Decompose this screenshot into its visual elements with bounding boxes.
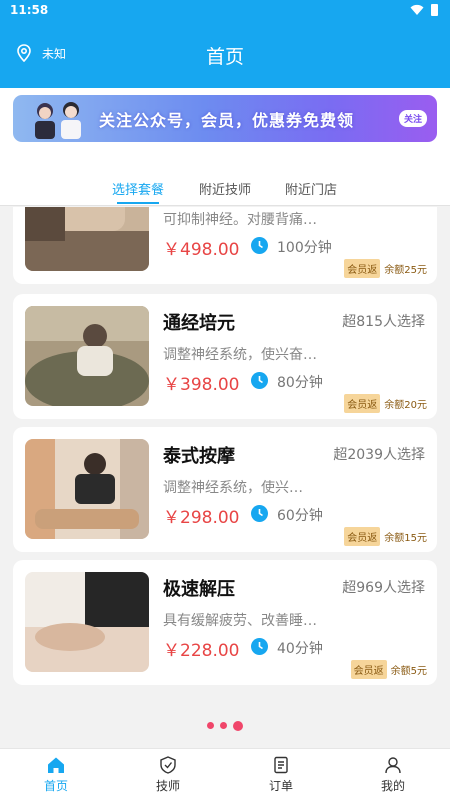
member-rebate-badge: 会员返 余额25元 — [344, 259, 429, 278]
member-rebate-badge: 会员返 余额20元 — [344, 394, 429, 413]
battery-icon — [431, 4, 438, 16]
package-list[interactable]: 可抑制神经。对腰背痛… ￥498.00 100分钟 会员返 余额25元 通经培元… — [0, 207, 450, 700]
active-tab-indicator — [117, 202, 159, 204]
follow-button[interactable]: 关注 — [398, 110, 427, 127]
package-description: 调整神经系统，使兴奋… — [163, 347, 317, 363]
loading-dot — [233, 721, 243, 731]
rebate-amount: 余额20元 — [384, 400, 427, 411]
package-duration: 80分钟 — [277, 375, 323, 391]
clock-icon — [251, 372, 268, 389]
tab-nearby-technicians[interactable]: 附近技师 — [199, 179, 251, 198]
package-card[interactable]: 泰式按摩 超2039人选择 调整神经系统，使兴… ￥298.00 60分钟 会员… — [13, 427, 437, 552]
tab-select-package[interactable]: 选择套餐 — [112, 179, 164, 198]
package-thumbnail — [25, 306, 149, 406]
package-duration: 100分钟 — [277, 240, 332, 256]
wifi-icon — [410, 4, 424, 15]
banner-people-image — [35, 102, 81, 139]
nav-orders[interactable]: 订单 — [251, 756, 311, 794]
package-name: 泰式按摩 — [163, 446, 235, 467]
nav-orders-label: 订单 — [268, 779, 293, 793]
app-bar: 未知 首页 — [0, 22, 450, 88]
promo-banner[interactable]: 关注公众号，会员，优惠券免费领 关注 — [13, 95, 437, 142]
package-selection-count: 超2039人选择 — [333, 447, 425, 463]
status-time: 11:58 — [10, 3, 49, 17]
rebate-tag: 会员返 — [344, 259, 381, 278]
rebate-tag: 会员返 — [344, 394, 381, 413]
package-duration: 40分钟 — [277, 641, 323, 657]
profile-icon — [385, 757, 401, 774]
status-bar: 11:58 — [0, 0, 450, 22]
package-card[interactable]: 可抑制神经。对腰背痛… ￥498.00 100分钟 会员返 余额25元 — [13, 207, 437, 284]
clock-icon — [251, 638, 268, 655]
tab-nearby-stores[interactable]: 附近门店 — [285, 179, 337, 198]
member-rebate-badge: 会员返 余额15元 — [344, 527, 429, 546]
nav-profile[interactable]: 我的 — [363, 756, 423, 794]
nav-technician[interactable]: 技师 — [138, 756, 198, 794]
nav-home[interactable]: 首页 — [26, 756, 86, 794]
package-description: 调整神经系统，使兴… — [163, 480, 303, 496]
package-description: 可抑制神经。对腰背痛… — [163, 212, 317, 228]
package-thumbnail — [25, 439, 149, 539]
rebate-amount: 余额15元 — [384, 533, 427, 544]
package-thumbnail — [25, 572, 149, 672]
package-name: 极速解压 — [163, 579, 235, 600]
rebate-amount: 余额5元 — [390, 666, 427, 677]
member-rebate-badge: 会员返 余额5元 — [350, 660, 429, 679]
category-tabs: 选择套餐 附近技师 附近门店 — [0, 170, 450, 206]
package-card[interactable]: 极速解压 超969人选择 具有缓解疲劳、改善睡… ￥228.00 40分钟 会员… — [13, 560, 437, 685]
technician-icon — [160, 756, 176, 774]
home-icon — [48, 757, 64, 773]
order-icon — [274, 756, 288, 774]
package-selection-count: 超815人选择 — [342, 314, 425, 330]
package-selection-count: 超969人选择 — [342, 580, 425, 596]
clock-icon — [251, 505, 268, 522]
package-price: ￥228.00 — [163, 641, 240, 661]
rebate-tag: 会员返 — [344, 527, 381, 546]
nav-profile-label: 我的 — [380, 779, 405, 793]
rebate-amount: 余额25元 — [384, 265, 427, 276]
loading-dot — [220, 722, 227, 729]
clock-icon — [251, 237, 268, 254]
package-price: ￥298.00 — [163, 508, 240, 528]
package-description: 具有缓解疲劳、改善睡… — [163, 613, 317, 629]
package-card[interactable]: 通经培元 超815人选择 调整神经系统，使兴奋… ￥398.00 80分钟 会员… — [13, 294, 437, 419]
loading-indicator — [0, 721, 450, 731]
package-price: ￥398.00 — [163, 375, 240, 395]
package-name: 通经培元 — [163, 313, 235, 334]
package-price: ￥498.00 — [163, 240, 240, 260]
loading-dot — [207, 722, 214, 729]
page-title: 首页 — [205, 46, 244, 68]
rebate-tag: 会员返 — [350, 660, 387, 679]
banner-text: 关注公众号，会员，优惠券免费领 — [99, 111, 355, 130]
nav-technician-label: 技师 — [155, 779, 180, 793]
package-duration: 60分钟 — [277, 508, 323, 524]
bottom-navigation: 首页 技师 订单 我的 — [0, 748, 450, 800]
package-thumbnail — [25, 207, 149, 271]
nav-home-label: 首页 — [43, 779, 68, 793]
